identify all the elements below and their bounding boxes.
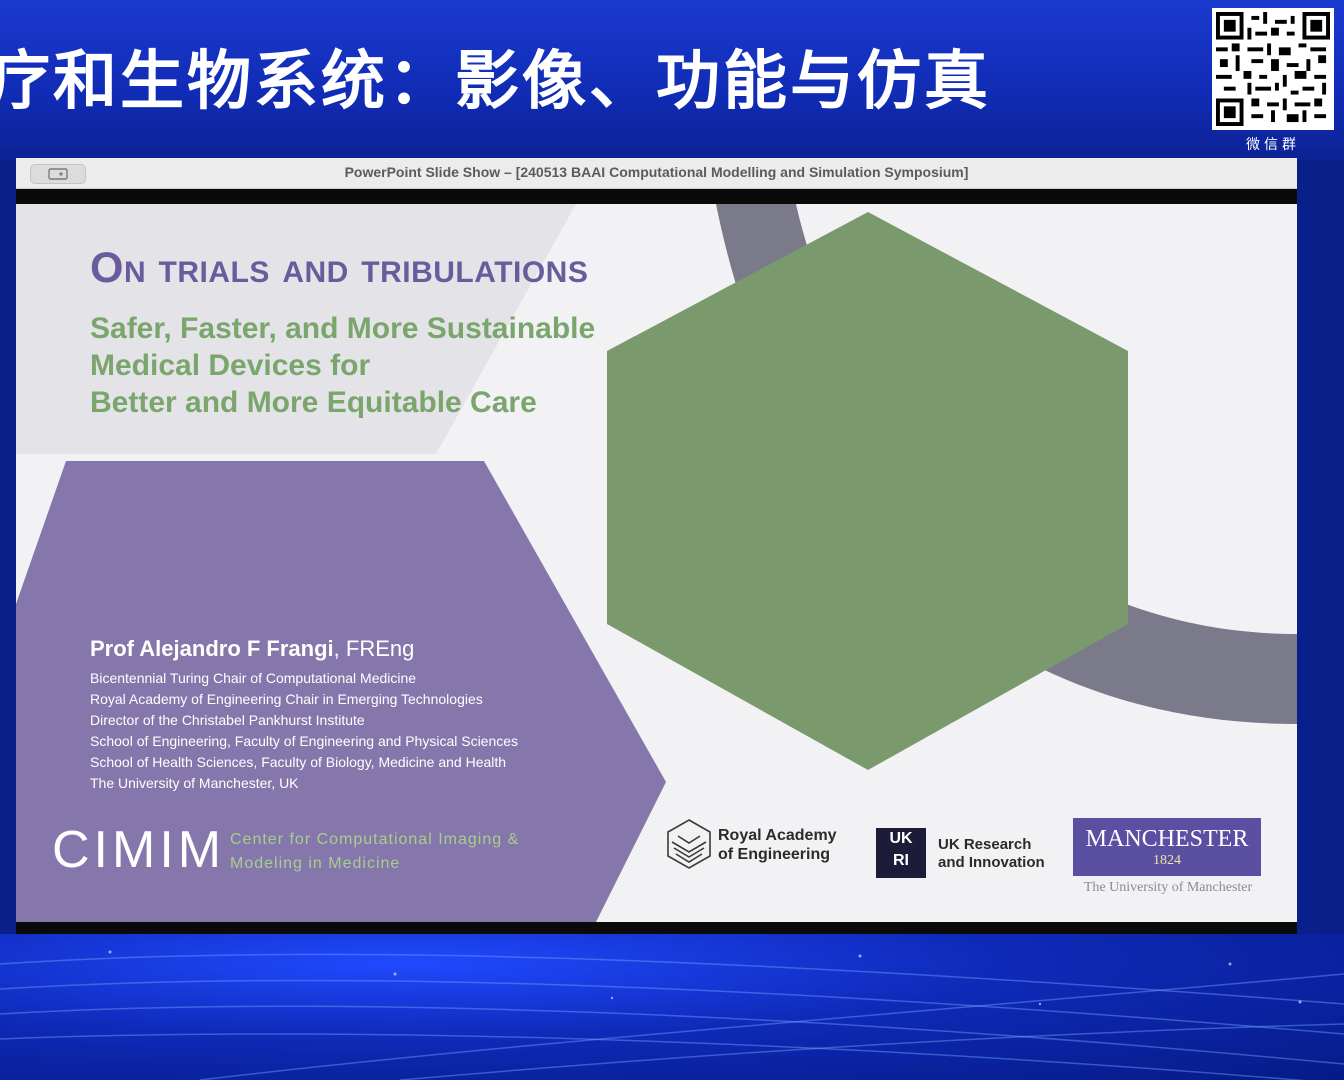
royal-academy-logo: Royal Academy of Engineering bbox=[664, 818, 860, 874]
subtitle-line: Better and More Equitable Care bbox=[90, 386, 537, 419]
ukri-mark-icon: UK RI bbox=[876, 828, 926, 878]
green-hexagon bbox=[607, 212, 1128, 770]
affiliation-line: School of Engineering, Faculty of Engine… bbox=[90, 733, 519, 749]
cimim-tagline-line: Center for Computational Imaging & bbox=[230, 831, 520, 848]
rae-line: of Engineering bbox=[718, 846, 830, 863]
manchester-wordmark: MANCHESTER bbox=[1085, 826, 1249, 852]
broadcast-banner: 疗和生物系统：影像、功能与仿真 微信群 bbox=[0, 0, 1344, 160]
affiliation-line: The University of Manchester, UK bbox=[90, 775, 299, 791]
window-title: PowerPoint Slide Show – [240513 BAAI Com… bbox=[344, 164, 969, 180]
qr-caption: 微信群 bbox=[1246, 137, 1300, 153]
affiliation-line: Bicentennial Turing Chair of Computation… bbox=[90, 670, 417, 686]
slide-title: On trials and tribulations bbox=[90, 244, 589, 292]
affiliation-line: School of Health Sciences, Faculty of Bi… bbox=[90, 754, 507, 770]
ukri-logo: UK RI UK Research and Innovation bbox=[876, 828, 1066, 880]
affiliation-line: Director of the Christabel Pankhurst Ins… bbox=[90, 712, 365, 728]
ukri-line: UK Research bbox=[938, 836, 1032, 853]
ukri-mark-top: UK bbox=[889, 830, 913, 847]
qr-code-icon bbox=[1216, 12, 1330, 126]
manchester-subtitle: The University of Manchester bbox=[1083, 880, 1253, 895]
ukri-name: UK Research and Innovation bbox=[938, 836, 1045, 872]
rae-line: Royal Academy bbox=[718, 827, 837, 844]
manchester-logo: MANCHESTER 1824 bbox=[1073, 818, 1261, 876]
decorative-background bbox=[0, 934, 1344, 1080]
rae-emblem-icon bbox=[667, 819, 711, 869]
author-affiliations: Bicentennial Turing Chair of Computation… bbox=[90, 668, 518, 794]
window-titlebar[interactable]: PowerPoint Slide Show – [240513 BAAI Com… bbox=[16, 158, 1297, 189]
slideshow-window: PowerPoint Slide Show – [240513 BAAI Com… bbox=[16, 158, 1297, 934]
subtitle-line: Medical Devices for bbox=[90, 349, 371, 382]
title-slide: On trials and tribulations Safer, Faster… bbox=[16, 204, 1297, 922]
cimim-logo: CIMIM bbox=[52, 821, 226, 879]
affiliation-line: Royal Academy of Engineering Chair in Em… bbox=[90, 691, 483, 707]
author-suffix: , FREng bbox=[333, 636, 415, 661]
subtitle-line: Safer, Faster, and More Sustainable bbox=[90, 312, 596, 345]
author-name-text: Prof Alejandro F Frangi bbox=[90, 636, 334, 661]
author-name: Prof Alejandro F Frangi, FREng bbox=[90, 636, 414, 662]
ukri-mark-bottom: RI bbox=[893, 852, 909, 869]
slide-subtitle: Safer, Faster, and More Sustainable Medi… bbox=[90, 310, 595, 421]
cimim-tagline: Center for Computational Imaging & Model… bbox=[230, 828, 519, 876]
ukri-line: and Innovation bbox=[938, 854, 1045, 871]
cimim-tagline-line: Modeling in Medicine bbox=[230, 855, 401, 872]
banner-title: 疗和生物系统：影像、功能与仿真 bbox=[0, 45, 991, 119]
wechat-qr-code bbox=[1212, 8, 1334, 130]
rae-name: Royal Academy of Engineering bbox=[718, 826, 837, 864]
manchester-year: 1824 bbox=[1153, 853, 1181, 868]
